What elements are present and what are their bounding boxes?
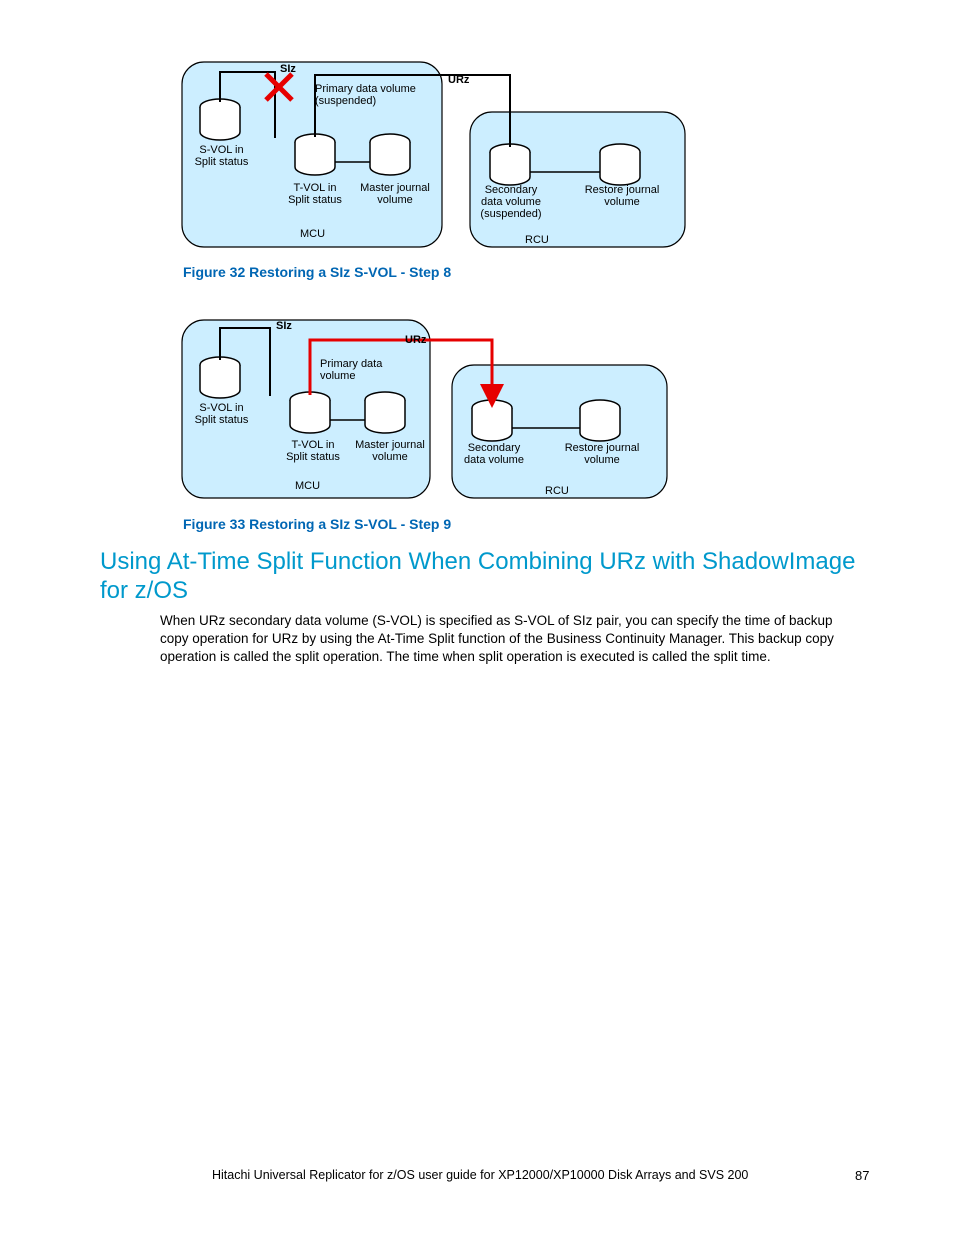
figure-32-diagram: SIz URz S-VOL inSplit status T-VOL inSpl… [180,52,700,252]
label-svol: S-VOL inSplit status [194,144,249,168]
label-pdv: Primary datavolume [320,358,400,382]
label-urz: URz [448,74,469,86]
label-sdv: Secondarydata volume [460,442,528,466]
label-svol: S-VOL inSplit status [194,402,249,426]
page-number: 87 [855,1168,869,1183]
figure-33-caption: Figure 33 Restoring a SIz S-VOL - Step 9 [183,516,451,532]
label-mcu: MCU [300,228,325,240]
label-rjv: Restore journalvolume [560,442,644,466]
label-mjv: Master journalvolume [356,182,434,206]
label-mjv: Master journalvolume [350,439,430,463]
footer-text: Hitachi Universal Replicator for z/OS us… [212,1168,748,1182]
label-pdv: Primary data volume(suspended) [315,83,425,107]
label-tvol: T-VOL inSplit status [276,182,354,206]
figure-33-diagram: SIz URz S-VOL inSplit status T-VOL inSpl… [180,310,680,505]
section-heading: Using At-Time Split Function When Combin… [100,548,870,606]
label-rjv: Restore journalvolume [580,184,664,208]
label-sdv: Secondarydata volume(suspended) [476,184,546,220]
label-siz: SIz [276,320,292,332]
label-rcu: RCU [525,234,549,246]
label-mcu: MCU [295,480,320,492]
label-tvol: T-VOL inSplit status [278,439,348,463]
label-rcu: RCU [545,485,569,497]
label-urz: URz [405,334,426,346]
body-paragraph: When URz secondary data volume (S-VOL) i… [160,612,860,667]
figure-32-caption: Figure 32 Restoring a SIz S-VOL - Step 8 [183,264,451,280]
label-siz: SIz [280,63,296,75]
